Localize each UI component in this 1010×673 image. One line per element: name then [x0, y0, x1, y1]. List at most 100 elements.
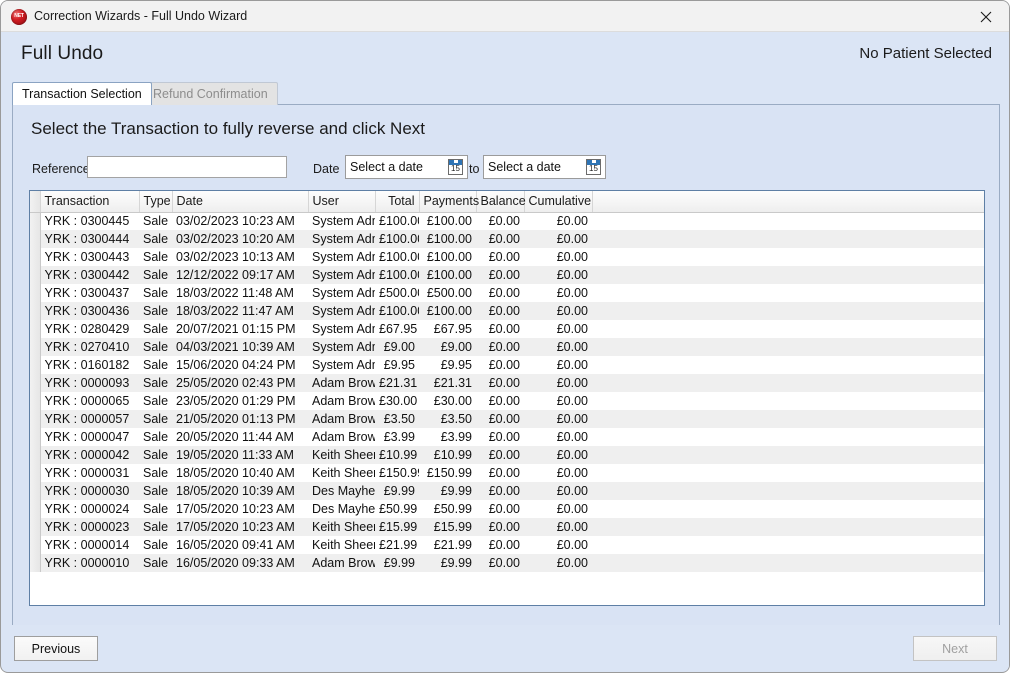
tab-refund-confirmation[interactable]: Refund Confirmation	[143, 82, 278, 105]
table-row[interactable]: YRK : 0270410 Sale 04/03/2021 10:39 AM Syst…	[30, 338, 984, 356]
cell-cumulative: £0.00	[524, 248, 592, 266]
table-row[interactable]: YRK : 0280429 Sale 20/07/2021 01:15 PM Syst…	[30, 320, 984, 338]
table-row[interactable]: YRK : 0300442 Sale 12/12/2022 09:17 AM Syst…	[30, 266, 984, 284]
cell-filler	[592, 374, 984, 392]
cell-transaction: YRK : 0300436	[40, 302, 139, 320]
cell-balance: £0.00	[476, 410, 524, 428]
date-from-picker[interactable]: Select a date 15	[345, 155, 468, 179]
column-header-user[interactable]: User	[308, 191, 376, 213]
calendar-icon[interactable]: 15	[586, 159, 601, 175]
cell-filler	[592, 356, 984, 374]
cell-cumulative: £0.00	[524, 320, 592, 338]
transactions-grid[interactable]: Transaction Type Date User Total Payments Bala…	[29, 190, 985, 606]
cell-total: £9.99	[375, 482, 419, 500]
cell-type: Sale	[139, 248, 172, 266]
table-row[interactable]: YRK : 0300444 Sale 03/02/2023 10:20 AM Syst…	[30, 230, 984, 248]
cell-type: Sale	[139, 266, 172, 284]
cell-filler	[592, 284, 984, 302]
cell-total: £3.99	[375, 428, 419, 446]
cell-payments: £9.95	[419, 356, 476, 374]
cell-total: £9.95	[375, 356, 419, 374]
cell-type: Sale	[139, 536, 172, 554]
table-row[interactable]: YRK : 0000031 Sale 18/05/2020 10:40 AM Keit…	[30, 464, 984, 482]
table-row[interactable]: YRK : 0300436 Sale 18/03/2022 11:47 AM Syst…	[30, 302, 984, 320]
cell-payments: £15.99	[419, 518, 476, 536]
column-header-cumulative[interactable]: Cumulative	[524, 191, 593, 213]
cell-type: Sale	[139, 284, 172, 302]
cell-date: 03/02/2023 10:20 AM	[172, 230, 308, 248]
cell-type: Sale	[139, 356, 172, 374]
cell-type: Sale	[139, 428, 172, 446]
date-range-to-label: to	[469, 162, 480, 176]
column-header-balance[interactable]: Balance	[476, 191, 526, 213]
cell-user: Keith Sheers	[308, 518, 375, 536]
cell-date: 18/03/2022 11:48 AM	[172, 284, 308, 302]
title-bar: NET Correction Wizards - Full Undo Wizar…	[1, 1, 1009, 32]
cell-transaction: YRK : 0160182	[40, 356, 139, 374]
cell-transaction: YRK : 0000024	[40, 500, 139, 518]
row-selector-cell	[30, 248, 41, 266]
column-header-total[interactable]: Total	[375, 191, 420, 213]
cell-cumulative: £0.00	[524, 482, 592, 500]
cell-user: Adam Brown	[308, 410, 375, 428]
column-header-transaction[interactable]: Transaction	[40, 191, 140, 213]
row-selector-cell	[30, 392, 41, 410]
table-row[interactable]: YRK : 0000047 Sale 20/05/2020 11:44 AM Adam…	[30, 428, 984, 446]
cell-total: £100.00	[375, 212, 419, 230]
reference-input[interactable]	[87, 156, 287, 178]
cell-filler	[592, 464, 984, 482]
date-to-picker[interactable]: Select a date 15	[483, 155, 606, 179]
cell-user: Adam Brown	[308, 374, 375, 392]
table-row[interactable]: YRK : 0000057 Sale 21/05/2020 01:13 PM Adam…	[30, 410, 984, 428]
cell-cumulative: £0.00	[524, 356, 592, 374]
cell-date: 20/07/2021 01:15 PM	[172, 320, 308, 338]
cell-total: £10.99	[375, 446, 419, 464]
cell-user: System Admin	[308, 320, 375, 338]
table-row[interactable]: YRK : 0000093 Sale 25/05/2020 02:43 PM Adam…	[30, 374, 984, 392]
cell-total: £100.00	[375, 302, 419, 320]
cell-filler	[592, 554, 984, 572]
close-button[interactable]	[963, 1, 1009, 31]
cell-transaction: YRK : 0000014	[40, 536, 139, 554]
cell-date: 16/05/2020 09:33 AM	[172, 554, 308, 572]
cell-type: Sale	[139, 302, 172, 320]
cell-transaction: YRK : 0270410	[40, 338, 139, 356]
table-row[interactable]: YRK : 0000010 Sale 16/05/2020 09:33 AM Adam…	[30, 554, 984, 572]
row-selector-cell	[30, 428, 41, 446]
column-header-type[interactable]: Type	[139, 191, 173, 213]
cell-payments: £3.99	[419, 428, 476, 446]
cell-payments: £100.00	[419, 302, 476, 320]
calendar-icon[interactable]: 15	[448, 159, 463, 175]
table-row[interactable]: YRK : 0300443 Sale 03/02/2023 10:13 AM Syst…	[30, 248, 984, 266]
row-selector-cell	[30, 230, 41, 248]
cell-date: 17/05/2020 10:23 AM	[172, 518, 308, 536]
table-row[interactable]: YRK : 0000042 Sale 19/05/2020 11:33 AM Keit…	[30, 446, 984, 464]
cell-filler	[592, 230, 984, 248]
table-row[interactable]: YRK : 0000030 Sale 18/05/2020 10:39 AM Des …	[30, 482, 984, 500]
cell-date: 03/02/2023 10:23 AM	[172, 212, 308, 230]
table-row[interactable]: YRK : 0000065 Sale 23/05/2020 01:29 PM Adam…	[30, 392, 984, 410]
table-row[interactable]: YRK : 0300445 Sale 03/02/2023 10:23 AM Syst…	[30, 212, 984, 230]
row-selector-cell	[30, 338, 41, 356]
table-row[interactable]: YRK : 0000024 Sale 17/05/2020 10:23 AM Des …	[30, 500, 984, 518]
dotnet-sphere-icon: NET	[11, 9, 27, 25]
tab-transaction-selection[interactable]: Transaction Selection	[12, 82, 152, 105]
cell-total: £150.99	[375, 464, 419, 482]
cell-payments: £100.00	[419, 212, 476, 230]
column-header-payments[interactable]: Payments	[419, 191, 479, 213]
previous-button[interactable]: Previous	[14, 636, 98, 661]
cell-type: Sale	[139, 464, 172, 482]
cell-balance: £0.00	[476, 464, 524, 482]
table-row[interactable]: YRK : 0000023 Sale 17/05/2020 10:23 AM Keit…	[30, 518, 984, 536]
table-row[interactable]: YRK : 0000014 Sale 16/05/2020 09:41 AM Keit…	[30, 536, 984, 554]
table-row[interactable]: YRK : 0160182 Sale 15/06/2020 04:24 PM Syst…	[30, 356, 984, 374]
cell-total: £21.99	[375, 536, 419, 554]
table-row[interactable]: YRK : 0300437 Sale 18/03/2022 11:48 AM Syst…	[30, 284, 984, 302]
wizard-footer: Previous Next	[2, 625, 1009, 671]
cell-balance: £0.00	[476, 302, 524, 320]
column-header-date[interactable]: Date	[172, 191, 309, 213]
cell-date: 18/03/2022 11:47 AM	[172, 302, 308, 320]
cell-payments: £9.00	[419, 338, 476, 356]
cell-cumulative: £0.00	[524, 554, 592, 572]
content-panel: Select the Transaction to fully reverse …	[12, 104, 1000, 626]
